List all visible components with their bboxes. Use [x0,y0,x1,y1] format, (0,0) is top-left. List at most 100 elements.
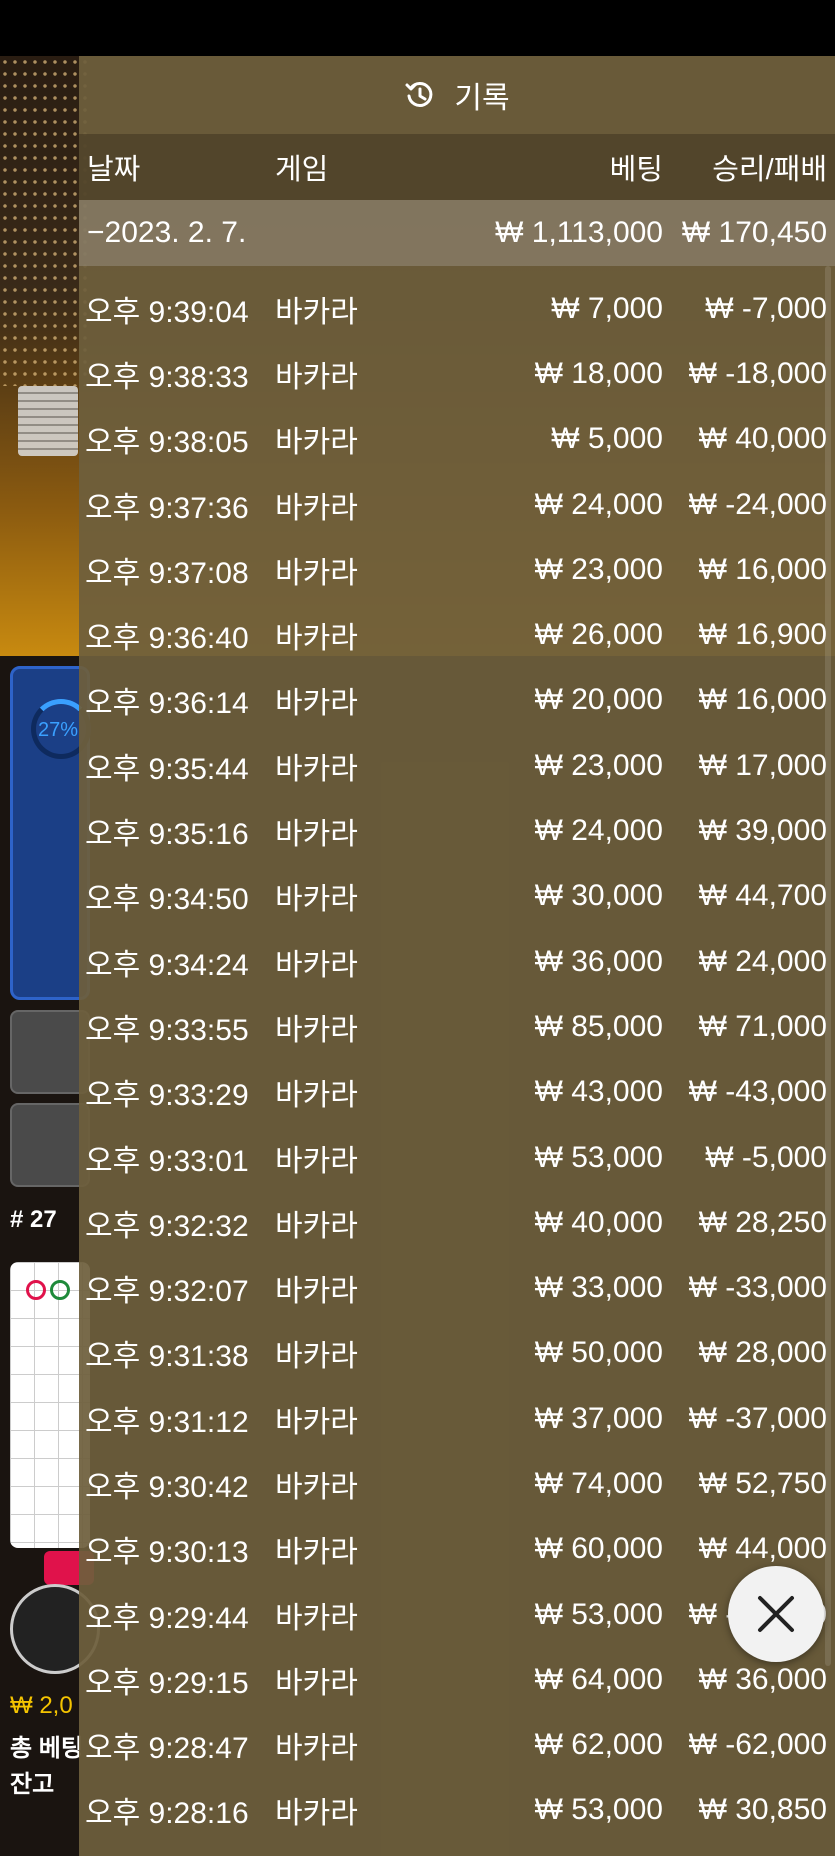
history-row[interactable]: 오후 9:30:42 바카라 ₩ 74,000 ₩ 52,750 [79,1451,835,1516]
history-time: 오후 9:37:08 [85,556,249,590]
history-time: 오후 9:34:50 [85,883,249,917]
date-group-row[interactable]: −2023. 2. 7. ₩ 1,113,000 ₩ 170,450 [79,200,835,266]
close-icon [758,1596,794,1632]
history-bet: ₩ 26,000 [534,618,663,652]
history-winloss: ₩ 16,000 [698,683,827,717]
history-winloss: ₩ 52,750 [698,1466,827,1500]
history-winloss: ₩ 71,000 [698,1009,827,1043]
round-number: # 27 [10,1206,57,1233]
history-row[interactable]: 오후 9:35:44 바카라 ₩ 23,000 ₩ 17,000 [79,733,835,798]
history-bet: ₩ 50,000 [534,1336,663,1370]
history-bet: ₩ 64,000 [534,1662,663,1696]
column-date: 날짜 [87,154,141,186]
history-game: 바카라 [275,295,358,329]
history-row[interactable]: 오후 9:31:12 바카라 ₩ 37,000 ₩ -37,000 [79,1386,835,1451]
history-game: 바카라 [275,1536,358,1570]
history-time: 오후 9:32:07 [85,1275,249,1309]
history-winloss: ₩ 24,000 [698,944,827,978]
history-bet: ₩ 30,000 [534,879,663,913]
scrollbar[interactable] [825,266,831,1666]
history-game: 바카라 [275,752,358,786]
history-row[interactable]: 오후 9:37:36 바카라 ₩ 24,000 ₩ -24,000 [79,472,835,537]
history-winloss: ₩ 39,000 [698,814,827,848]
history-game: 바카라 [275,948,358,982]
history-game: 바카라 [275,1079,358,1113]
column-bet: 베팅 [609,154,663,186]
history-game: 바카라 [275,1275,358,1309]
history-bet: ₩ 37,000 [534,1401,663,1435]
history-winloss: ₩ 40,000 [698,422,827,456]
history-list[interactable]: 오후 9:39:04 바카라 ₩ 7,000 ₩ -7,000 오후 9:38:33 바카… [79,276,835,1843]
history-bet: ₩ 20,000 [534,683,663,717]
history-game: 바카라 [275,622,358,656]
history-game: 바카라 [275,491,358,525]
history-row[interactable]: 오후 9:36:40 바카라 ₩ 26,000 ₩ 16,900 [79,602,835,667]
history-winloss: ₩ 44,000 [698,1532,827,1566]
history-time: 오후 9:33:01 [85,1144,249,1178]
history-row[interactable]: 오후 9:33:29 바카라 ₩ 43,000 ₩ -43,000 [79,1060,835,1125]
history-bet: ₩ 23,000 [534,552,663,586]
history-winloss: ₩ 36,000 [698,1662,827,1696]
history-row[interactable]: 오후 9:38:33 바카라 ₩ 18,000 ₩ -18,000 [79,341,835,406]
history-time: 오후 9:35:16 [85,818,249,852]
history-row[interactable]: 오후 9:31:38 바카라 ₩ 50,000 ₩ 28,000 [79,1321,835,1386]
history-game: 바카라 [275,426,358,460]
history-winloss: ₩ -33,000 [688,1271,827,1305]
history-row[interactable]: 오후 9:32:07 바카라 ₩ 33,000 ₩ -33,000 [79,1255,835,1320]
history-row[interactable]: 오후 9:29:44바카라₩ 53,000₩ -53,000 [79,1582,835,1647]
summary-date: −2023. 2. 7. [87,216,247,249]
history-bet: ₩ 40,000 [534,1205,663,1239]
history-row[interactable]: 오후 9:38:05 바카라 ₩ 5,000 ₩ 40,000 [79,407,835,472]
history-row[interactable]: 오후 9:33:55 바카라 ₩ 85,000 ₩ 71,000 [79,994,835,1059]
history-winloss: ₩ 44,700 [698,879,827,913]
history-winloss: ₩ -43,000 [688,1075,827,1109]
history-game: 바카라 [275,1797,358,1831]
history-time: 오후 9:30:42 [85,1470,249,1504]
history-row[interactable]: 오후 9:39:04 바카라 ₩ 7,000 ₩ -7,000 [79,276,835,341]
history-bet: ₩ 23,000 [534,748,663,782]
history-winloss: ₩ -18,000 [688,356,827,390]
history-game: 바카라 [275,1144,358,1178]
history-row[interactable]: 오후 9:29:15 바카라 ₩ 64,000 ₩ 36,000 [79,1647,835,1712]
background-lights [0,56,90,386]
history-game: 바카라 [275,556,358,590]
history-time: 오후 9:34:24 [85,948,249,982]
percent-text: 27% [38,719,79,741]
history-bet: ₩ 53,000 [534,1597,663,1631]
history-panel[interactable]: 기록 날짜 게임 베팅 승리/패배 −2023. 2. 7. ₩ 1,113,0… [79,56,835,1856]
player-bet-button[interactable] [10,1010,90,1094]
close-button[interactable] [728,1566,824,1662]
history-game: 바카라 [275,818,358,852]
history-row[interactable]: 오후 9:28:16 바카라 ₩ 53,000 ₩ 30,850 [79,1778,835,1843]
roadmap[interactable] [10,1262,90,1548]
history-time: 오후 9:36:14 [85,687,249,721]
history-bet: ₩ 43,000 [534,1075,663,1109]
total-bet-label: 총 베팅 [10,1735,83,1762]
card-shoe [18,386,78,456]
banker-dot-icon [26,1280,46,1300]
history-time: 오후 9:31:38 [85,1340,249,1374]
history-row[interactable]: 오후 9:32:32 바카라 ₩ 40,000 ₩ 28,250 [79,1190,835,1255]
player-pair-button[interactable] [10,1103,90,1187]
history-row[interactable]: 오후 9:35:16 바카라 ₩ 24,000 ₩ 39,000 [79,798,835,863]
history-game: 바카라 [275,1601,358,1635]
history-time: 오후 9:30:13 [85,1536,249,1570]
history-row[interactable]: 오후 9:34:24 바카라 ₩ 36,000 ₩ 24,000 [79,929,835,994]
history-row[interactable]: 오후 9:33:01 바카라 ₩ 53,000 ₩ -5,000 [79,1125,835,1190]
history-winloss: ₩ -7,000 [705,291,827,325]
history-row[interactable]: 오후 9:36:14 바카라 ₩ 20,000 ₩ 16,000 [79,668,835,733]
history-time: 오후 9:36:40 [85,622,249,656]
history-bet: ₩ 60,000 [534,1532,663,1566]
history-row[interactable]: 오후 9:28:47 바카라 ₩ 62,000 ₩ -62,000 [79,1713,835,1778]
history-row[interactable]: 오후 9:30:13 바카라 ₩ 60,000 ₩ 44,000 [79,1517,835,1582]
history-time: 오후 9:35:44 [85,752,249,786]
stats-panel[interactable]: 27% [10,666,91,1000]
column-header-row: 날짜 게임 베팅 승리/패배 [79,134,835,200]
history-row[interactable]: 오후 9:37:08 바카라 ₩ 23,000 ₩ 16,000 [79,537,835,602]
history-game: 바카라 [275,1340,358,1374]
history-bet: ₩ 74,000 [534,1466,663,1500]
balance-amount: ₩ 2,0 [10,1692,73,1719]
column-game: 게임 [275,154,329,186]
history-row[interactable]: 오후 9:34:50 바카라 ₩ 30,000 ₩ 44,700 [79,864,835,929]
history-time: 오후 9:39:04 [85,295,249,329]
